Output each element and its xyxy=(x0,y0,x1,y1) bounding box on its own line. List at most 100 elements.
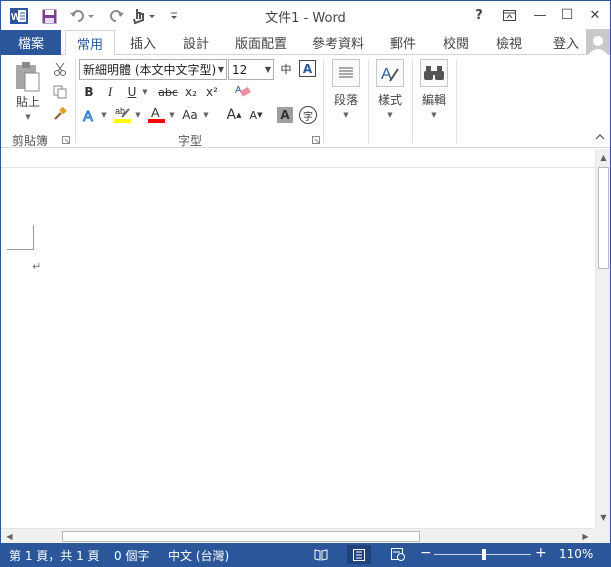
chevron-down-icon: ▼ xyxy=(387,111,393,119)
enclose-characters-button[interactable]: 字 xyxy=(299,106,317,124)
copy-button[interactable] xyxy=(51,84,69,100)
svg-text:A: A xyxy=(83,108,93,123)
web-layout-button[interactable] xyxy=(386,545,410,564)
svg-text:A: A xyxy=(235,85,242,96)
shrink-font-button[interactable]: A ▼ xyxy=(247,106,265,124)
status-bar: 第 1 頁，共 1 頁 0 個字 中文 (台灣) − + 110% xyxy=(1,543,610,566)
styles-button[interactable]: A 樣式 ▼ xyxy=(373,59,407,119)
grow-font-button[interactable]: A ▲ xyxy=(225,106,243,124)
web-layout-icon xyxy=(391,548,405,561)
character-shading-button[interactable]: A xyxy=(277,107,293,123)
tab-home[interactable]: 常用 xyxy=(65,30,115,56)
horizontal-scroll-thumb[interactable] xyxy=(62,531,420,542)
binoculars-icon xyxy=(420,59,448,87)
shrink-font-icon: A xyxy=(249,108,258,122)
chevron-down-icon: ▼ xyxy=(431,111,437,119)
ribbon-display-options-button[interactable] xyxy=(497,4,521,26)
read-mode-button[interactable] xyxy=(309,545,333,564)
help-button[interactable]: ? xyxy=(467,4,491,26)
zoom-in-button[interactable]: + xyxy=(535,545,547,561)
strikethrough-button[interactable]: abc xyxy=(156,84,180,100)
chevron-down-icon[interactable]: ▼ xyxy=(265,60,271,79)
styles-label: 樣式 xyxy=(377,93,402,107)
close-button[interactable]: ✕ xyxy=(583,4,607,26)
zoom-slider-thumb[interactable] xyxy=(482,549,486,560)
tab-layout[interactable]: 版面配置 xyxy=(229,30,293,55)
tab-design[interactable]: 設計 xyxy=(174,30,218,55)
chevron-down-icon[interactable]: ▼ xyxy=(133,106,143,124)
caret-down-icon: ▼ xyxy=(257,111,263,119)
format-painter-button[interactable] xyxy=(51,106,69,122)
scroll-down-icon[interactable]: ▼ xyxy=(597,511,610,524)
word-window: W 文件1 - Word ? — ☐ ✕ 檔案 常用 插入 設計 版面配置 參考… xyxy=(0,0,611,567)
tab-mailings[interactable]: 郵件 xyxy=(381,30,425,55)
avatar[interactable] xyxy=(586,29,610,55)
chevron-down-icon[interactable]: ▼ xyxy=(218,60,224,79)
vertical-scroll-thumb[interactable] xyxy=(598,167,609,269)
clipboard-launcher-icon[interactable] xyxy=(61,135,71,145)
font-color-button[interactable]: A xyxy=(147,104,167,124)
underline-button[interactable]: U xyxy=(124,84,140,100)
word-count[interactable]: 0 個字 xyxy=(114,547,149,564)
group-separator xyxy=(456,59,457,143)
tab-file[interactable]: 檔案 xyxy=(1,30,61,55)
highlight-button[interactable]: ab xyxy=(113,104,133,124)
tab-review[interactable]: 校閱 xyxy=(434,30,478,55)
phonetic-guide-icon: 中 xyxy=(280,63,292,76)
minimize-button[interactable]: — xyxy=(528,4,552,26)
phonetic-guide-button[interactable]: 中 xyxy=(277,60,295,78)
text-effects-button[interactable]: A xyxy=(81,106,99,124)
collapse-ribbon-icon[interactable] xyxy=(595,133,605,143)
editing-button[interactable]: 編輯 ▼ xyxy=(417,59,451,119)
caret-up-icon: ▲ xyxy=(236,111,242,119)
chevron-down-icon[interactable]: ▼ xyxy=(167,106,177,124)
paragraph-button[interactable]: 段落 ▼ xyxy=(329,59,363,119)
zoom-out-button[interactable]: − xyxy=(420,545,432,561)
group-separator xyxy=(323,59,324,143)
change-case-button[interactable]: Aa xyxy=(179,106,201,124)
print-layout-icon xyxy=(353,548,365,561)
bold-button[interactable]: B xyxy=(81,84,97,100)
page-count[interactable]: 第 1 頁，共 1 頁 xyxy=(9,547,100,564)
copy-icon xyxy=(53,85,67,99)
group-separator xyxy=(75,59,76,143)
font-size-box[interactable]: 12 ▼ xyxy=(228,59,274,80)
font-launcher-icon[interactable] xyxy=(311,135,321,145)
italic-button[interactable]: I xyxy=(102,84,118,100)
highlighter-icon: ab xyxy=(114,106,131,123)
language-indicator[interactable]: 中文 (台灣) xyxy=(168,547,229,564)
signin-link[interactable]: 登入 xyxy=(553,30,579,55)
brush-icon xyxy=(54,107,67,120)
scroll-left-icon[interactable]: ◀ xyxy=(3,530,16,543)
chevron-down-icon[interactable]: ▼ xyxy=(99,106,109,124)
tab-view[interactable]: 檢視 xyxy=(487,30,531,55)
chevron-down-icon[interactable]: ▼ xyxy=(140,84,150,100)
font-size-value: 12 xyxy=(232,62,248,77)
paste-button[interactable]: 貼上 ▼ xyxy=(11,61,45,121)
subscript-button[interactable]: x₂ xyxy=(182,84,200,100)
tab-references[interactable]: 參考資料 xyxy=(306,30,370,55)
print-layout-button[interactable] xyxy=(347,545,371,564)
eraser-icon: A xyxy=(235,85,251,97)
horizontal-scrollbar[interactable]: ◀ ▶ xyxy=(1,528,595,543)
clear-formatting-button[interactable]: A xyxy=(234,82,252,100)
margin-corner-mark xyxy=(33,225,34,250)
grow-font-icon: A xyxy=(226,107,237,123)
cut-button[interactable] xyxy=(51,61,69,77)
chevron-down-icon[interactable]: ▼ xyxy=(201,106,211,124)
character-border-button[interactable]: A xyxy=(299,60,316,77)
maximize-button[interactable]: ☐ xyxy=(555,4,579,26)
scroll-corner xyxy=(595,528,610,543)
ribbon-tabs: 檔案 常用 插入 設計 版面配置 參考資料 郵件 校閱 檢視 登入 xyxy=(1,30,610,56)
title-bar: W 文件1 - Word ? — ☐ ✕ xyxy=(1,1,610,30)
document-area[interactable] xyxy=(1,168,595,528)
scroll-up-icon[interactable]: ▲ xyxy=(597,151,610,164)
tab-insert[interactable]: 插入 xyxy=(121,30,165,55)
font-color-bar xyxy=(148,119,165,123)
scroll-right-icon[interactable]: ▶ xyxy=(579,530,592,543)
vertical-scrollbar[interactable]: ▲ ▼ xyxy=(595,149,610,528)
superscript-button[interactable]: x² xyxy=(203,84,221,100)
font-name-value: 新細明體 (本文中文字型) xyxy=(83,63,217,77)
zoom-level[interactable]: 110% xyxy=(559,547,593,561)
font-name-box[interactable]: 新細明體 (本文中文字型) ▼ xyxy=(79,59,227,80)
